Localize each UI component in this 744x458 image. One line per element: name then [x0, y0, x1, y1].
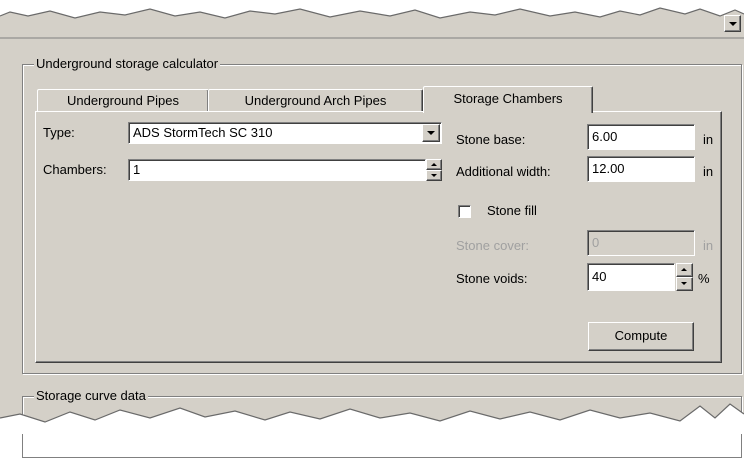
stone-voids-spin-down[interactable] — [676, 277, 693, 291]
type-select[interactable]: ADS StormTech SC 310 — [128, 122, 442, 144]
tab-underground-arch-pipes[interactable]: Underground Arch Pipes — [208, 89, 423, 112]
type-dropdown-button[interactable] — [422, 124, 440, 142]
calculator-group-title: Underground storage calculator — [34, 56, 221, 71]
stone-base-input[interactable]: 6.00 — [587, 124, 695, 150]
chambers-label: Chambers: — [43, 162, 107, 177]
additional-width-input[interactable]: 12.00 — [587, 156, 695, 182]
stone-voids-input[interactable]: 40 — [587, 263, 675, 291]
stone-cover-label: Stone cover: — [456, 238, 529, 253]
additional-width-label: Additional width: — [456, 164, 551, 179]
chambers-spin-down[interactable] — [426, 170, 442, 181]
top-dropdown-button[interactable] — [724, 15, 741, 32]
compute-button[interactable]: Compute — [588, 322, 694, 351]
chambers-input[interactable]: 1 — [128, 159, 426, 181]
stone-fill-label: Stone fill — [487, 203, 537, 218]
tab-underground-pipes[interactable]: Underground Pipes — [37, 89, 209, 112]
chevron-down-icon — [729, 22, 737, 26]
torn-top-edge — [0, 0, 744, 39]
arrow-down-icon — [431, 174, 437, 177]
stone-fill-checkbox[interactable] — [458, 205, 471, 218]
dialog-panel: Underground storage calculator Undergrou… — [0, 0, 744, 458]
arrow-down-icon — [681, 282, 687, 285]
stone-base-unit: in — [703, 132, 714, 147]
arrow-up-icon — [431, 163, 437, 166]
stone-cover-input: 0 — [587, 230, 695, 256]
tab-storage-chambers[interactable]: Storage Chambers — [423, 86, 593, 113]
stone-voids-spin-up[interactable] — [676, 263, 693, 277]
stone-voids-label: Stone voids: — [456, 271, 528, 286]
stone-cover-unit: in — [703, 238, 714, 253]
type-label: Type: — [43, 125, 75, 140]
stone-voids-unit: % — [698, 271, 710, 286]
chambers-spin-up[interactable] — [426, 159, 442, 170]
torn-bottom-edge — [0, 403, 744, 434]
stone-base-label: Stone base: — [456, 132, 526, 147]
additional-width-unit: in — [703, 164, 714, 179]
chevron-down-icon — [427, 131, 435, 135]
arrow-up-icon — [681, 268, 687, 271]
